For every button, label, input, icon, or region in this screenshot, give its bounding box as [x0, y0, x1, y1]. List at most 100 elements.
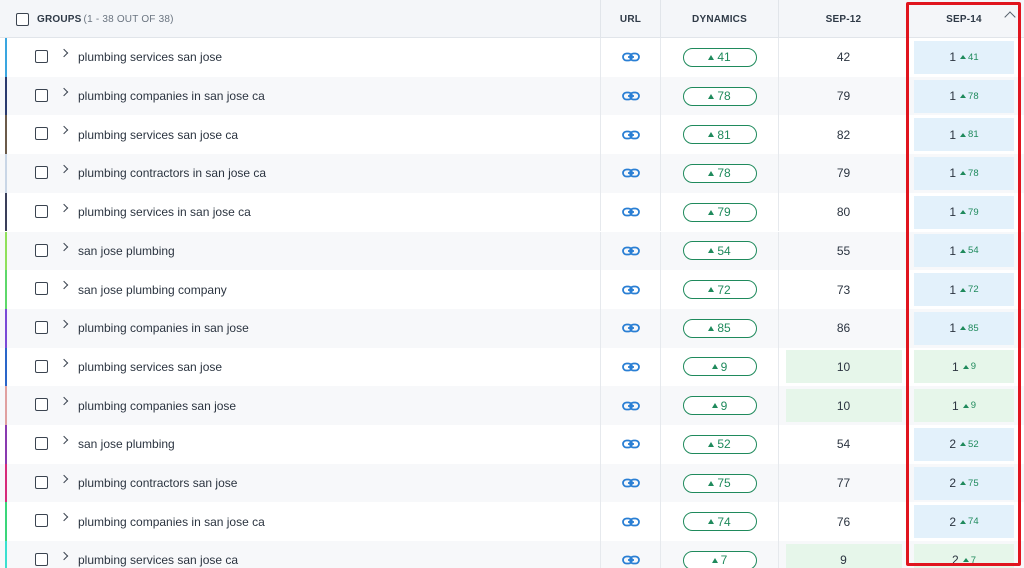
table-row[interactable]: plumbing services san jose 41 42 1 41 — [0, 38, 1024, 77]
dynamics-badge[interactable]: 75 — [682, 473, 757, 493]
table-row[interactable]: plumbing companies in san jose 85 86 1 85 — [0, 308, 1024, 348]
sep14-delta: 78 — [960, 168, 979, 179]
table-row[interactable]: plumbing services in san jose ca 79 80 1 79 — [0, 192, 1024, 232]
dynamics-cell: 78 — [660, 76, 778, 116]
link-icon[interactable] — [621, 90, 640, 102]
dynamics-cell: 41 — [660, 38, 778, 77]
link-icon[interactable] — [621, 322, 640, 334]
chevron-right-icon[interactable] — [59, 164, 69, 174]
chevron-right-icon[interactable] — [59, 358, 69, 367]
sep14-delta-value: 85 — [968, 322, 979, 334]
groups-count: (1 - 38 OUT OF 38) — [83, 13, 174, 25]
link-icon[interactable] — [621, 284, 640, 296]
row-checkbox[interactable] — [35, 243, 48, 257]
sep12-position: 82 — [786, 118, 902, 151]
sep14-delta: 85 — [960, 323, 979, 334]
dynamics-badge[interactable]: 79 — [682, 202, 757, 222]
row-checkbox[interactable] — [35, 282, 48, 296]
dynamics-badge[interactable]: 54 — [682, 241, 757, 261]
row-checkbox[interactable] — [35, 437, 48, 450]
chevron-right-icon[interactable] — [59, 319, 69, 329]
sep14-delta: 52 — [960, 439, 979, 450]
row-checkbox[interactable] — [35, 553, 48, 567]
chevron-right-icon[interactable] — [59, 551, 69, 561]
dynamics-badge[interactable]: 81 — [682, 125, 757, 145]
link-icon[interactable] — [621, 477, 640, 489]
table-row[interactable]: plumbing companies in san jose ca 74 76 2 74 — [0, 502, 1024, 542]
dynamics-badge[interactable]: 78 — [682, 163, 757, 183]
link-icon[interactable] — [621, 245, 640, 257]
dynamics-badge[interactable]: 9 — [682, 357, 757, 377]
dynamics-badge[interactable]: 41 — [682, 47, 757, 67]
chevron-right-icon[interactable] — [59, 87, 69, 96]
sep12-position: 79 — [786, 157, 902, 190]
chevron-right-icon[interactable] — [59, 397, 69, 406]
group-color-stripe — [5, 502, 7, 542]
dynamics-badge[interactable]: 78 — [682, 86, 757, 106]
chevron-right-icon[interactable] — [59, 513, 69, 522]
sep14-column-header[interactable]: SEP-14 — [908, 0, 1020, 38]
link-icon[interactable] — [621, 51, 640, 63]
sort-ascending-icon[interactable] — [1004, 11, 1016, 23]
row-checkbox[interactable] — [35, 166, 48, 180]
table-row[interactable]: plumbing contractors san jose 75 77 2 75 — [0, 463, 1024, 503]
sep14-header-label: SEP-14 — [946, 13, 982, 25]
table-row[interactable]: plumbing companies in san jose ca 78 79 1 78 — [0, 76, 1024, 116]
chevron-right-icon[interactable] — [59, 203, 69, 213]
link-icon[interactable] — [621, 167, 640, 179]
link-icon[interactable] — [621, 129, 640, 141]
sep12-column-header[interactable]: SEP-12 — [778, 0, 908, 38]
table-row[interactable]: plumbing services san jose ca 7 9 2 7 — [0, 541, 1024, 568]
table-row[interactable]: san jose plumbing 54 55 1 54 — [0, 231, 1024, 271]
dynamics-badge[interactable]: 85 — [682, 318, 757, 338]
table-row[interactable]: plumbing services san jose 9 10 1 9 — [0, 347, 1024, 387]
chevron-right-icon[interactable] — [59, 474, 69, 483]
row-checkbox[interactable] — [35, 88, 48, 102]
select-all-checkbox[interactable] — [16, 12, 29, 26]
dynamics-badge[interactable]: 9 — [682, 396, 757, 416]
link-icon[interactable] — [621, 400, 640, 412]
table-header: GROUPS (1 - 38 OUT OF 38) URL DYNAMICS S… — [0, 0, 1024, 38]
sep12-value: 79 — [836, 166, 851, 181]
table-row[interactable]: san jose plumbing 52 54 2 52 — [0, 425, 1024, 464]
keyword-text: plumbing companies in san jose ca — [78, 89, 265, 104]
arrow-up-icon — [960, 287, 967, 292]
row-checkbox[interactable] — [35, 127, 48, 141]
dynamics-badge[interactable]: 7 — [682, 550, 757, 568]
sep14-value: 1 — [952, 398, 959, 413]
sep12-cell: 82 — [778, 115, 908, 155]
sep14-value: 1 — [949, 321, 957, 336]
row-checkbox[interactable] — [35, 204, 48, 218]
dynamics-header-label: DYNAMICS — [692, 13, 747, 25]
link-icon[interactable] — [621, 516, 640, 528]
url-column-header[interactable]: URL — [600, 0, 660, 38]
row-checkbox[interactable] — [35, 320, 48, 334]
dynamics-column-header[interactable]: DYNAMICS — [660, 0, 778, 38]
dynamics-value: 75 — [717, 476, 731, 491]
dynamics-badge[interactable]: 72 — [682, 280, 757, 300]
chevron-right-icon[interactable] — [59, 126, 69, 135]
row-checkbox[interactable] — [35, 50, 48, 63]
table-row[interactable]: plumbing services san jose ca 81 82 1 81 — [0, 115, 1024, 155]
link-icon[interactable] — [621, 554, 640, 566]
chevron-right-icon[interactable] — [59, 280, 69, 290]
table-row[interactable]: plumbing contractors in san jose ca 78 79 1… — [0, 154, 1024, 193]
link-icon[interactable] — [621, 206, 640, 218]
sep14-position: 1 85 — [914, 311, 1014, 345]
dynamics-badge[interactable]: 52 — [682, 434, 757, 454]
chevron-right-icon[interactable] — [59, 48, 69, 58]
row-checkbox[interactable] — [35, 475, 48, 489]
row-checkbox[interactable] — [35, 359, 48, 373]
table-row[interactable]: san jose plumbing company 72 73 1 72 — [0, 270, 1024, 309]
chevron-right-icon[interactable] — [59, 435, 69, 445]
link-icon[interactable] — [621, 361, 640, 373]
row-checkbox[interactable] — [35, 398, 48, 412]
sep12-cell: 77 — [778, 463, 908, 503]
sep14-cell: 1 72 — [908, 270, 1020, 309]
row-checkbox[interactable] — [35, 514, 48, 528]
table-row[interactable]: plumbing companies san jose 9 10 1 9 — [0, 386, 1024, 425]
dynamics-badge[interactable]: 74 — [682, 512, 757, 532]
link-icon[interactable] — [621, 438, 640, 450]
chevron-right-icon[interactable] — [59, 242, 69, 251]
sep14-cell: 1 79 — [908, 193, 1020, 232]
